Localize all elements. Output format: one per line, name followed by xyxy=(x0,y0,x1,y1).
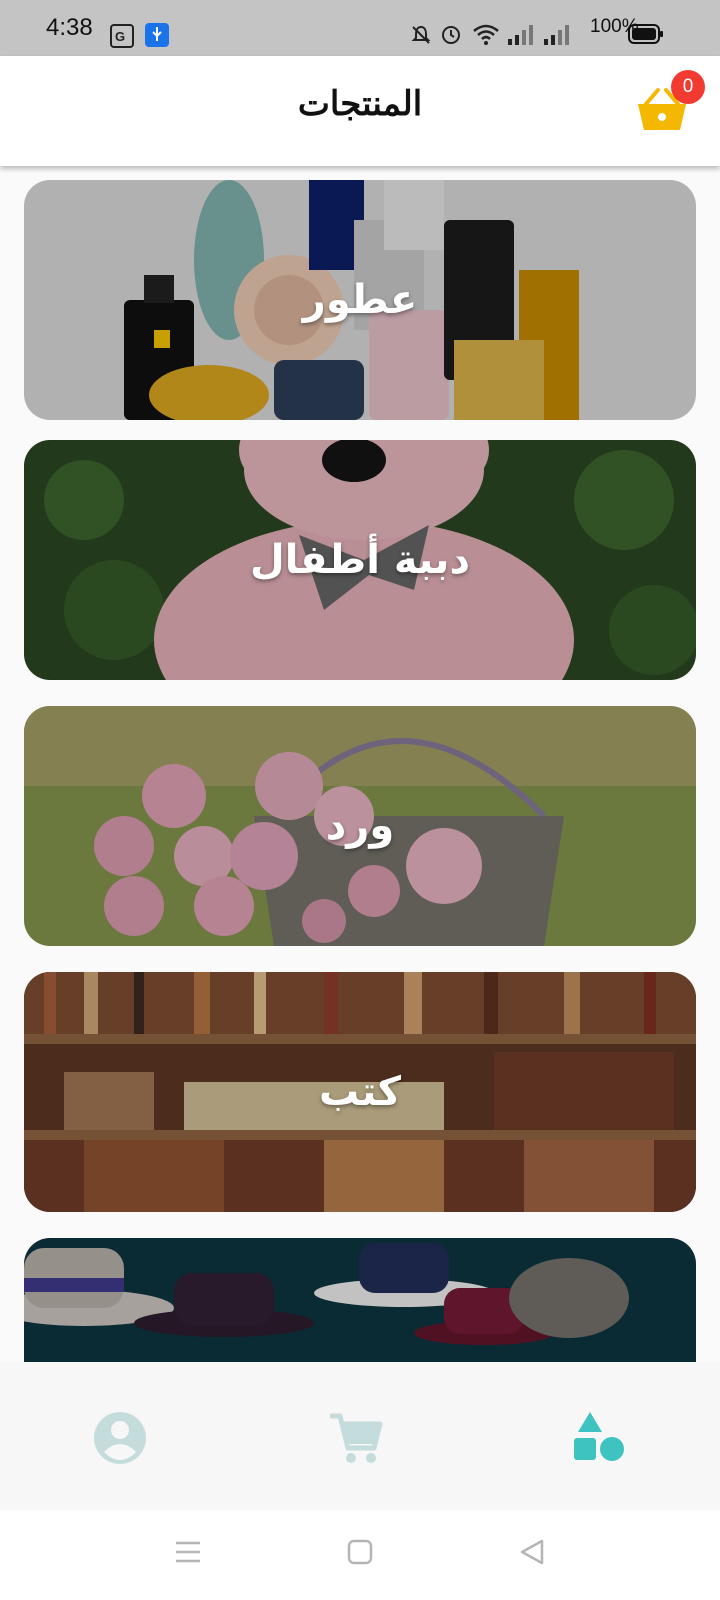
signal-icon xyxy=(544,25,569,45)
signal-icon xyxy=(508,25,533,45)
status-bar: 4:38 G 100% xyxy=(0,0,720,56)
category-label: كتب xyxy=(319,1069,401,1115)
category-label: ورد xyxy=(325,803,395,849)
category-card-roses[interactable]: ورد xyxy=(24,706,696,946)
cart-icon[interactable] xyxy=(326,1408,386,1468)
wifi-icon xyxy=(473,24,499,45)
bottom-navigation xyxy=(0,1362,720,1510)
category-card-hats[interactable] xyxy=(24,1238,696,1362)
status-time: 4:38 xyxy=(46,14,93,41)
menu-icon[interactable] xyxy=(174,1538,202,1566)
cart-count-badge: 0 xyxy=(671,70,705,104)
battery-icon xyxy=(628,24,663,44)
page-title: المنتجات xyxy=(297,84,423,124)
usb-icon xyxy=(145,23,169,47)
category-card-teddy-bears[interactable]: دببة أطفال xyxy=(24,440,696,680)
category-label: عطور xyxy=(302,277,418,323)
svg-text:G: G xyxy=(115,29,125,44)
account-icon[interactable] xyxy=(90,1408,150,1468)
category-list[interactable]: عطور دببة أطفال ورد كتب xyxy=(0,166,720,1362)
translate-icon: G xyxy=(110,24,134,48)
alarm-icon xyxy=(442,26,460,44)
app-bar: المنتجات xyxy=(0,56,720,166)
image-overlay xyxy=(24,1238,696,1362)
category-card-books[interactable]: كتب xyxy=(24,972,696,1212)
back-icon[interactable] xyxy=(518,1538,546,1566)
home-icon[interactable] xyxy=(346,1538,374,1566)
category-card-perfume[interactable]: عطور xyxy=(24,180,696,420)
mute-icon xyxy=(411,25,431,44)
categories-icon[interactable] xyxy=(570,1408,630,1468)
system-navigation-bar xyxy=(0,1510,720,1600)
category-label: دببة أطفال xyxy=(250,537,470,583)
